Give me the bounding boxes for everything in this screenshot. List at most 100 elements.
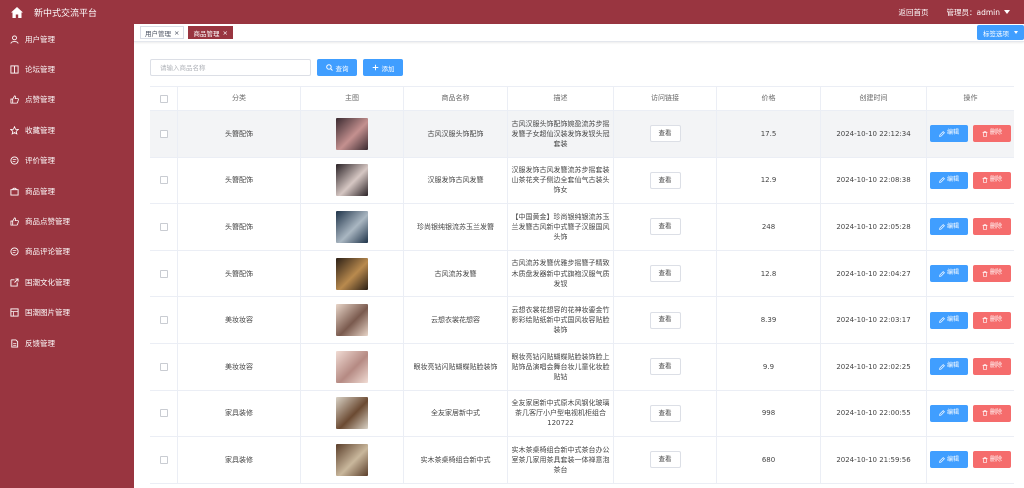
sidebar-item-forum[interactable]: 论坛管理 [0, 54, 134, 84]
delete-button[interactable]: 删除 [973, 404, 1011, 422]
sidebar-item-products[interactable]: 商品管理 [0, 176, 134, 206]
delete-button[interactable]: 删除 [973, 358, 1011, 376]
sidebar-item-label: 收藏管理 [25, 125, 55, 135]
edit-button[interactable]: 编辑 [930, 311, 968, 329]
sidebar-item-reviews[interactable]: 评价管理 [0, 146, 134, 176]
user-menu[interactable]: 管理员：admin [946, 7, 1010, 18]
book-icon [10, 65, 19, 74]
row-checkbox[interactable] [159, 222, 168, 231]
sidebar-item-pictures[interactable]: 国潮图片管理 [0, 298, 134, 328]
delete-label: 删除 [989, 176, 1002, 184]
row-checkbox[interactable] [159, 269, 168, 278]
edit-button[interactable]: 编辑 [930, 358, 968, 376]
edit-icon [939, 410, 945, 417]
product-thumbnail[interactable] [336, 350, 368, 383]
search-input[interactable] [150, 59, 311, 76]
sidebar-item-users[interactable]: 用户管理 [0, 24, 134, 54]
star-icon [10, 125, 19, 135]
view-button[interactable]: 查看 [649, 451, 681, 469]
sidebar-item-feedback[interactable]: 反馈管理 [0, 328, 134, 358]
tab-products[interactable]: 商品管理 × [188, 26, 233, 39]
main-content: 用户管理 × 商品管理 × 标签选项 查询 添加 分类 主图 商品名称 描述 [134, 24, 1024, 488]
product-thumbnail[interactable] [336, 164, 368, 197]
description-text: 实木茶桌椅组合新中式茶台办公室茶几家用茶具套装一体禅意泡茶台 [511, 445, 610, 475]
product-thumbnail[interactable] [336, 397, 368, 430]
sidebar-item-label: 评价管理 [25, 156, 55, 166]
delete-button[interactable]: 删除 [973, 171, 1011, 189]
actions-cell: 编辑 删除 [927, 437, 1014, 483]
view-button[interactable]: 查看 [649, 404, 681, 422]
comment-icon [10, 247, 19, 256]
home-icon[interactable] [0, 0, 34, 24]
tab-options-label: 标签选项 [983, 29, 1009, 38]
delete-label: 删除 [989, 455, 1002, 463]
search-icon [325, 64, 333, 71]
row-select-cell [150, 390, 178, 437]
add-button[interactable]: 添加 [363, 59, 403, 76]
edit-icon [939, 177, 945, 184]
user-label: 管理员：admin [946, 7, 1001, 17]
row-checkbox[interactable] [159, 362, 168, 371]
close-icon[interactable]: × [174, 29, 179, 37]
sidebar-item-product-likes[interactable]: 商品点赞管理 [0, 206, 134, 236]
price-cell: 248 [717, 204, 821, 250]
edit-button[interactable]: 编辑 [930, 218, 968, 236]
edit-button[interactable]: 编辑 [930, 125, 968, 143]
actions-cell: 编辑 删除 [927, 297, 1014, 343]
name-cell: 全友家居新中式 [404, 390, 508, 437]
delete-button[interactable]: 删除 [973, 311, 1011, 329]
caret-down-icon [1004, 10, 1010, 14]
tab-options-button[interactable]: 标签选项 [977, 25, 1024, 40]
delete-button[interactable]: 删除 [973, 265, 1011, 283]
created-time-cell: 2024-10-10 22:04:27 [821, 250, 927, 297]
product-thumbnail[interactable] [336, 210, 368, 243]
tab-users[interactable]: 用户管理 × [140, 26, 185, 39]
caret-down-icon [1014, 31, 1018, 34]
trash-icon [982, 410, 988, 417]
image-cell [301, 343, 404, 390]
view-button[interactable]: 查看 [649, 311, 681, 329]
delete-button[interactable]: 删除 [973, 218, 1011, 236]
sidebar-item-product-comments[interactable]: 商品评论管理 [0, 237, 134, 267]
close-icon[interactable]: × [222, 29, 227, 37]
row-checkbox[interactable] [159, 455, 168, 464]
edit-label: 编辑 [946, 269, 959, 277]
row-checkbox[interactable] [159, 316, 168, 325]
sidebar-item-culture[interactable]: 国潮文化管理 [0, 267, 134, 297]
delete-button[interactable]: 删除 [973, 451, 1011, 469]
trash-icon [982, 270, 988, 277]
edit-button[interactable]: 编辑 [930, 404, 968, 422]
edit-button[interactable]: 编辑 [930, 265, 968, 283]
column-header: 商品名称 [404, 87, 508, 110]
product-thumbnail[interactable] [336, 443, 368, 476]
desc-cell: 全友家居新中式原木风钢化玻璃茶几客厅小户型电视机柜组合120722 [508, 390, 614, 437]
edit-icon [939, 224, 945, 230]
row-checkbox[interactable] [159, 129, 168, 138]
table-row: 家具装修 全友家居新中式 全友家居新中式原木风钢化玻璃茶几客厅小户型电视机柜组合12… [150, 390, 1014, 438]
product-thumbnail[interactable] [336, 257, 368, 290]
sidebar-item-label: 国潮图片管理 [25, 308, 70, 318]
view-button[interactable]: 查看 [649, 265, 681, 283]
home-link[interactable]: 返回首页 [899, 7, 929, 18]
view-button[interactable]: 查看 [649, 358, 681, 376]
delete-button[interactable]: 删除 [973, 125, 1011, 143]
view-button[interactable]: 查看 [649, 125, 681, 143]
edit-button[interactable]: 编辑 [930, 171, 968, 189]
sidebar-item-likes[interactable]: 点赞管理 [0, 85, 134, 115]
product-thumbnail[interactable] [336, 117, 368, 150]
table-row: 头簪配饰 汉服发饰古风发簪 汉服发饰古风发簪流苏步摇套装山茶花夹子侧边全套仙气古装头… [150, 157, 1014, 205]
query-button[interactable]: 查询 [317, 59, 357, 76]
edit-button[interactable]: 编辑 [930, 451, 968, 469]
toolbar: 查询 添加 [150, 59, 403, 76]
view-button[interactable]: 查看 [649, 171, 681, 189]
view-button[interactable]: 查看 [649, 218, 681, 236]
column-header: 主图 [301, 87, 404, 110]
product-table: 分类 主图 商品名称 描述 访问链接 价格 创建时间 操作 头簪配饰 古风汉服头饰… [150, 86, 1014, 484]
sidebar: 用户管理 论坛管理 点赞管理 收藏管理 评价管理 商品管理 商品点赞管理 商品评… [0, 24, 134, 488]
product-thumbnail[interactable] [336, 304, 368, 337]
row-select-cell [150, 437, 178, 483]
row-checkbox[interactable] [159, 176, 168, 185]
select-all-checkbox[interactable] [159, 94, 168, 103]
sidebar-item-favorites[interactable]: 收藏管理 [0, 115, 134, 145]
row-checkbox[interactable] [159, 409, 168, 418]
